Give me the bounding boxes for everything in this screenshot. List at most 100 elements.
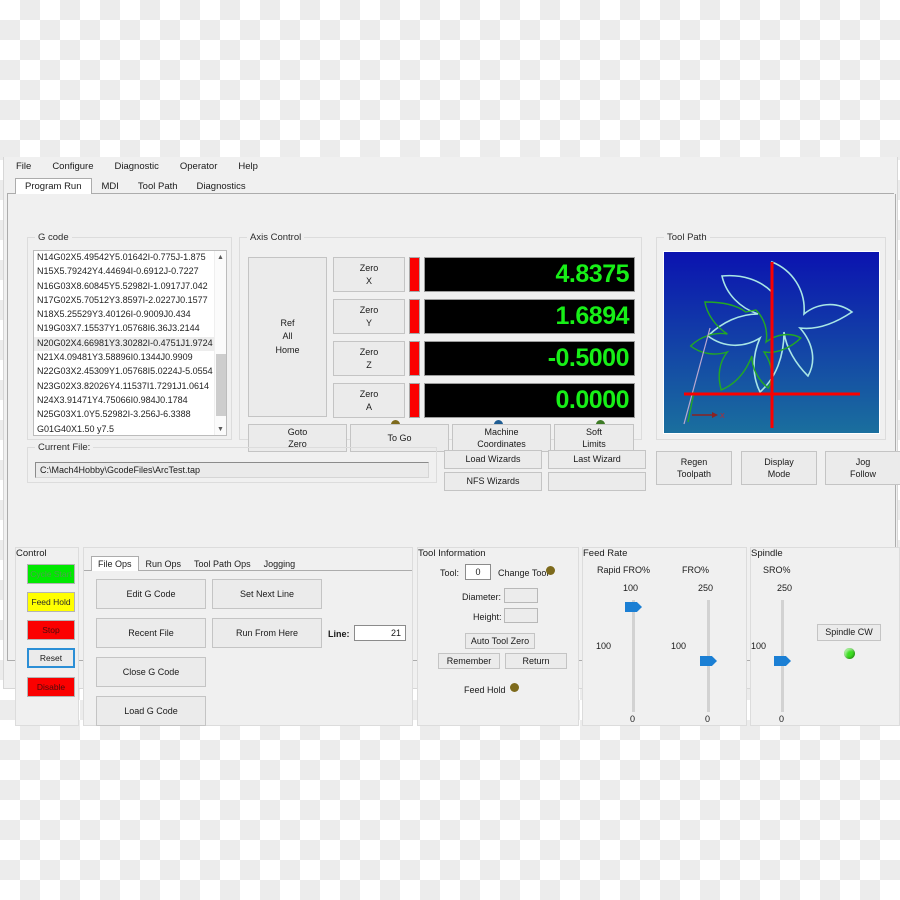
subtab-jogging[interactable]: Jogging [258, 557, 302, 571]
dro-z[interactable]: -0.5000 [424, 341, 635, 376]
feed-hold-button[interactable]: Feed Hold [27, 592, 75, 612]
dro-a[interactable]: 0.0000 [424, 383, 635, 418]
scrollbar-thumb[interactable] [216, 354, 226, 416]
tool-path-viewport[interactable]: X [663, 251, 880, 434]
zero-z-button[interactable]: Zero Z [333, 341, 405, 376]
sro-value-label: 100 [751, 641, 767, 651]
remember-button[interactable]: Remember [438, 653, 500, 669]
reset-button[interactable]: Reset [27, 648, 75, 668]
soft-limits-line2: Limits [582, 439, 606, 449]
rapid-fro-slider-thumb[interactable] [625, 602, 642, 612]
control-panel-label: Control [16, 548, 47, 559]
ref-all-home-line1: Ref [280, 318, 295, 329]
subtab-run-ops[interactable]: Run Ops [140, 557, 188, 571]
feed-hold-led [510, 683, 519, 692]
spindle-cw-button[interactable]: Spindle CW [817, 624, 881, 641]
spindle-label: Spindle [751, 548, 783, 559]
list-item[interactable]: N24X3.91471Y4.75066I0.984J0.1784 [34, 394, 226, 408]
regen-toolpath-line1: Regen [680, 456, 708, 467]
list-item[interactable]: N14G02X5.49542Y5.01642I-0.775J-1.875 [34, 251, 226, 265]
list-item-selected[interactable]: N20G02X4.66981Y3.30282I-0.4751J1.9724 [34, 336, 226, 352]
ref-all-home-line3: Home [275, 344, 300, 355]
disable-button[interactable]: Disable [27, 677, 75, 697]
tool-number-input[interactable]: 0 [465, 564, 491, 580]
sro-min-label: 0 [779, 714, 785, 724]
list-item[interactable]: N21X4.09481Y3.58896I0.1344J0.9909 [34, 351, 226, 365]
program-run-page: G code N14G02X5.49542Y5.01642I-0.775J-1.… [7, 194, 900, 726]
soft-limits-button[interactable]: Soft Limits [554, 424, 634, 452]
list-item[interactable]: N25G03X1.0Y5.52982I-3.256J-6.3388 [34, 408, 226, 422]
recent-file-button[interactable]: Recent File [96, 618, 206, 648]
ref-all-home-button[interactable]: Ref All Home [248, 257, 327, 417]
regen-toolpath-button[interactable]: Regen Toolpath [656, 451, 732, 485]
tab-mdi[interactable]: MDI [93, 179, 128, 195]
line-number-label: Line: [328, 629, 350, 639]
change-tool-led [546, 566, 555, 575]
current-file-path[interactable]: C:\Mach4Hobby\GcodeFiles\ArcTest.tap [35, 462, 429, 478]
height-input[interactable] [504, 608, 538, 623]
tab-program-run[interactable]: Program Run [15, 177, 92, 194]
diameter-input[interactable] [504, 588, 538, 603]
list-item[interactable]: N22G03X2.45309Y1.05768I5.0224J-5.0554 [34, 365, 226, 379]
list-item[interactable]: G01G40X1.50 y7.5 [34, 423, 226, 435]
menu-item-operator[interactable]: Operator [178, 160, 220, 173]
list-item[interactable]: N19G03X7.15537Y1.05768I6.36J3.2144 [34, 322, 226, 336]
rapid-fro-max-label: 100 [623, 583, 639, 593]
tool-path-group-label: Tool Path [664, 232, 710, 243]
menu-item-diagnostic[interactable]: Diagnostic [113, 160, 161, 173]
feed-hold-indicator-label: Feed Hold [464, 685, 506, 695]
zero-y-label: Zero [359, 305, 379, 316]
blank-wizard-button[interactable] [548, 472, 646, 491]
list-item[interactable]: N23G02X3.82026Y4.11537I1.7291J1.0614 [34, 380, 226, 394]
tool-path-group: Tool Path X [656, 232, 886, 440]
list-item[interactable]: N18X5.25529Y3.40126I-0.9009J0.434 [34, 308, 226, 322]
menu-item-help[interactable]: Help [236, 160, 260, 173]
menu-item-file[interactable]: File [14, 160, 33, 173]
subtab-file-ops[interactable]: File Ops [91, 555, 139, 571]
spindle-running-led [844, 648, 855, 659]
subtab-tool-path-ops[interactable]: Tool Path Ops [188, 557, 257, 571]
set-next-line-button[interactable]: Set Next Line [212, 579, 322, 609]
last-wizard-button[interactable]: Last Wizard [548, 450, 646, 469]
list-item[interactable]: N16G03X8.60845Y5.52982I-1.0917J7.042 [34, 280, 226, 294]
return-button[interactable]: Return [505, 653, 567, 669]
line-number-input[interactable]: 21 [354, 625, 406, 641]
zero-x-button[interactable]: Zero X [333, 257, 405, 292]
sro-slider-thumb[interactable] [774, 656, 791, 666]
tool-information-label: Tool Information [418, 548, 486, 559]
zero-y-button[interactable]: Zero Y [333, 299, 405, 334]
load-wizards-button[interactable]: Load Wizards [444, 450, 542, 469]
list-item[interactable]: N15X5.79242Y4.44694I-0.6912J-0.7227 [34, 265, 226, 279]
nfs-wizards-button[interactable]: NFS Wizards [444, 472, 542, 491]
fro-max-label: 250 [698, 583, 714, 593]
feed-rate-panel: Feed Rate Rapid FRO% 100 100 0 FRO% 250 … [582, 547, 747, 726]
gcode-scrollbar[interactable]: ▲ ▼ [214, 251, 226, 435]
axis-marker-x-label: X [720, 413, 725, 420]
list-item[interactable]: N17G02X5.70512Y3.8597I-2.0227J0.1577 [34, 294, 226, 308]
rapid-fro-slider-track[interactable] [632, 600, 635, 712]
fro-slider-thumb[interactable] [700, 656, 717, 666]
gcode-listbox[interactable]: N14G02X5.49542Y5.01642I-0.775J-1.875 N15… [33, 250, 227, 436]
load-gcode-button[interactable]: Load G Code [96, 696, 206, 726]
edit-gcode-button[interactable]: Edit G Code [96, 579, 206, 609]
cycle-start-button[interactable]: Cycle Start [27, 564, 75, 584]
dro-y[interactable]: 1.6894 [424, 299, 635, 334]
fro-label: FRO% [682, 565, 709, 575]
machine-coordinates-button[interactable]: Machine Coordinates [452, 424, 551, 452]
dro-x[interactable]: 4.8375 [424, 257, 635, 292]
current-file-group: Current File: C:\Mach4Hobby\GcodeFiles\A… [27, 442, 437, 483]
tab-tool-path[interactable]: Tool Path [129, 179, 187, 195]
auto-tool-zero-button[interactable]: Auto Tool Zero [465, 633, 535, 649]
jog-follow-button[interactable]: Jog Follow [825, 451, 900, 485]
menu-item-configure[interactable]: Configure [50, 160, 95, 173]
display-mode-line2: Mode [767, 469, 791, 479]
axis-row-x: Zero X 4.8375 [333, 257, 635, 292]
display-mode-button[interactable]: Display Mode [741, 451, 817, 485]
tab-diagnostics[interactable]: Diagnostics [188, 179, 255, 195]
run-from-here-button[interactable]: Run From Here [212, 618, 322, 648]
chevron-down-icon[interactable]: ▼ [215, 423, 226, 435]
stop-button[interactable]: Stop [27, 620, 75, 640]
close-gcode-button[interactable]: Close G Code [96, 657, 206, 687]
chevron-up-icon[interactable]: ▲ [215, 251, 226, 263]
zero-a-button[interactable]: Zero A [333, 383, 405, 418]
